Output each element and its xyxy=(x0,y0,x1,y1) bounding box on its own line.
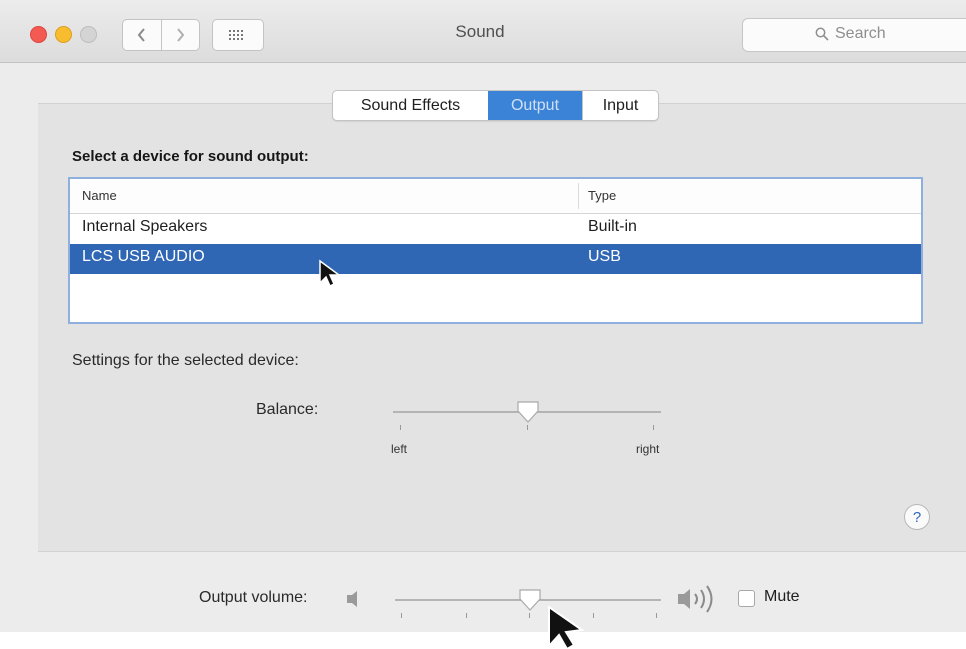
tab-output[interactable]: Output xyxy=(488,91,582,120)
help-button[interactable]: ? xyxy=(904,504,930,530)
column-header-type[interactable]: Type xyxy=(588,188,616,203)
tick-mark xyxy=(529,613,530,618)
zoom-window-button[interactable] xyxy=(80,26,97,43)
tab-input[interactable]: Input xyxy=(582,91,658,120)
tick-mark xyxy=(401,613,402,618)
forward-icon xyxy=(177,28,185,42)
mouse-pointer-icon xyxy=(319,259,342,288)
table-row-lcs-usb-audio[interactable]: LCS USB AUDIO USB xyxy=(70,244,921,274)
settings-heading: Settings for the selected device: xyxy=(72,352,299,369)
title-bar: Sound Search xyxy=(0,0,966,63)
balance-label: Balance: xyxy=(256,401,319,418)
device-name: LCS USB AUDIO xyxy=(82,248,205,265)
back-button[interactable] xyxy=(123,20,161,50)
window-title: Sound xyxy=(455,22,505,41)
output-device-table[interactable]: Name Type Internal Speakers Built-in LCS… xyxy=(68,177,923,324)
tick-mark xyxy=(653,425,654,430)
column-divider xyxy=(578,183,579,209)
search-field[interactable]: Search xyxy=(742,18,966,52)
volume-slider-knob[interactable] xyxy=(518,589,542,611)
device-type: USB xyxy=(588,248,621,265)
speaker-high-icon xyxy=(678,585,713,613)
minimize-window-button[interactable] xyxy=(55,26,72,43)
table-header: Name Type xyxy=(70,179,921,214)
sound-preferences-window: Sound Search Sound Effects Output Input … xyxy=(0,0,966,632)
show-all-button[interactable] xyxy=(212,19,264,51)
close-window-button[interactable] xyxy=(30,26,47,43)
output-volume-label: Output volume: xyxy=(199,589,308,606)
balance-slider-knob[interactable] xyxy=(516,401,540,423)
mute-label: Mute xyxy=(764,588,800,605)
search-placeholder: Search xyxy=(835,25,886,42)
table-row-internal-speakers[interactable]: Internal Speakers Built-in xyxy=(70,214,921,244)
balance-left-label: left xyxy=(391,442,408,456)
device-select-heading: Select a device for sound output: xyxy=(72,148,309,165)
grid-icon xyxy=(229,30,243,40)
navigation-buttons xyxy=(122,19,200,51)
forward-button[interactable] xyxy=(160,20,200,50)
speaker-low-icon xyxy=(347,591,357,607)
tab-sound-effects[interactable]: Sound Effects xyxy=(333,91,488,120)
output-tab-panel xyxy=(38,103,966,552)
mouse-pointer-icon xyxy=(548,606,585,649)
column-header-name[interactable]: Name xyxy=(82,188,117,203)
tick-mark xyxy=(400,425,401,430)
device-name: Internal Speakers xyxy=(82,218,208,235)
back-icon xyxy=(137,28,145,42)
search-icon xyxy=(815,27,829,41)
balance-right-label: right xyxy=(636,442,660,456)
mute-checkbox[interactable] xyxy=(738,590,755,607)
tick-mark xyxy=(656,613,657,618)
tick-mark xyxy=(527,425,528,430)
tab-bar: Sound Effects Output Input xyxy=(332,90,659,121)
device-type: Built-in xyxy=(588,218,637,235)
tick-mark xyxy=(466,613,467,618)
